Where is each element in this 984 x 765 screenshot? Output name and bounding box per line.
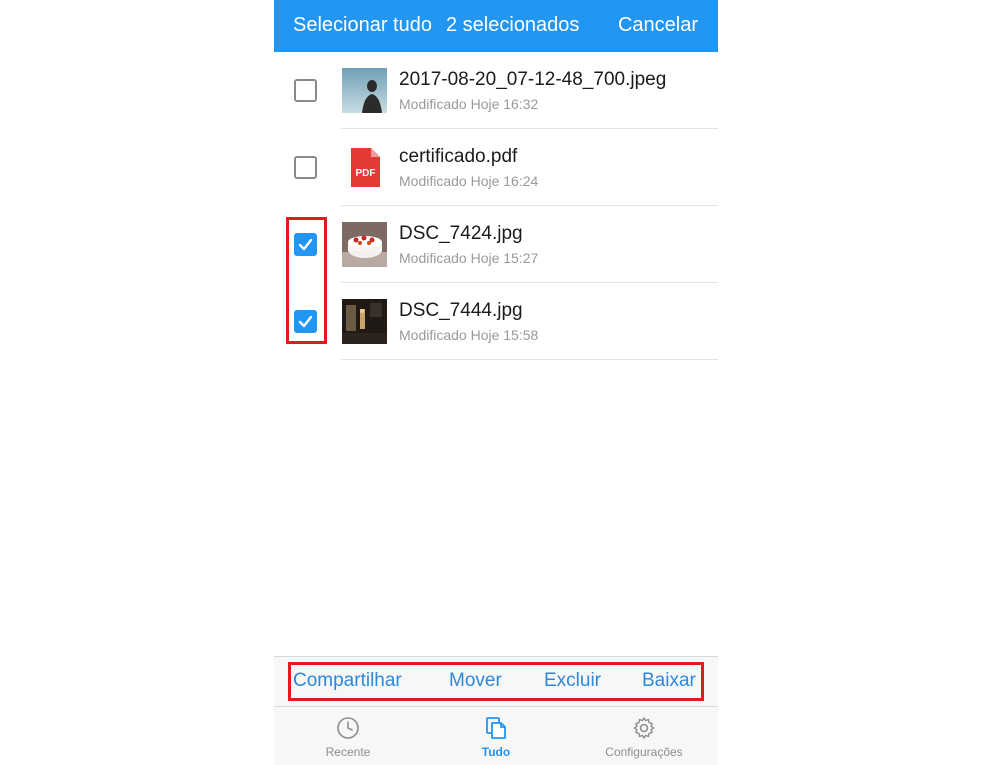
files-icon [486,717,506,739]
file-modified: Modificado Hoje 15:27 [399,250,539,266]
file-modified: Modificado Hoje 16:24 [399,173,539,189]
file-name: DSC_7444.jpg [399,300,523,321]
select-all-button[interactable]: Selecionar tudo [293,14,432,37]
checkbox-highlight-box [286,217,327,344]
tab-configuracoes[interactable]: Configurações [570,707,718,765]
clock-icon [337,717,359,739]
tab-label: Tudo [481,745,511,759]
selection-header: Selecionar tudo 2 selecionados Cancelar [274,0,718,52]
file-modified: Modificado Hoje 16:32 [399,96,539,112]
file-row[interactable]: DSC_7424.jpg Modificado Hoje 15:27 [274,206,718,283]
file-checkbox[interactable] [294,156,317,179]
pdf-icon: PDF [342,145,387,190]
tab-recente[interactable]: Recente [274,707,422,765]
selected-count: 2 selecionados [446,14,580,36]
app-screen: Selecionar tudo 2 selecionados Cancelar … [274,0,718,765]
file-name: DSC_7424.jpg [399,223,523,244]
file-row[interactable]: 2017-08-20_07-12-48_700.jpeg Modificado … [274,52,718,129]
file-name: 2017-08-20_07-12-48_700.jpeg [399,69,667,90]
file-modified: Modificado Hoje 15:58 [399,327,539,343]
file-checkbox[interactable] [294,79,317,102]
pdf-icon-label: PDF [356,168,376,179]
cancel-button[interactable]: Cancelar [618,14,698,37]
row-divider [341,359,718,360]
tab-label: Configurações [605,745,683,759]
person-silhouette-thumbnail [342,68,387,113]
actions-highlight-box [288,662,704,701]
file-row[interactable]: DSC_7444.jpg Modificado Hoje 15:58 [274,283,718,360]
dark-room-thumbnail [342,299,387,344]
gear-icon [633,717,655,739]
tab-tudo[interactable]: Tudo [422,707,570,765]
file-name: certificado.pdf [399,146,518,167]
file-row[interactable]: PDF certificado.pdf Modificado Hoje 16:2… [274,129,718,206]
tab-label: Recente [325,745,371,759]
tab-bar: Recente Tudo Configurações [274,707,718,765]
cake-thumbnail [342,222,387,267]
